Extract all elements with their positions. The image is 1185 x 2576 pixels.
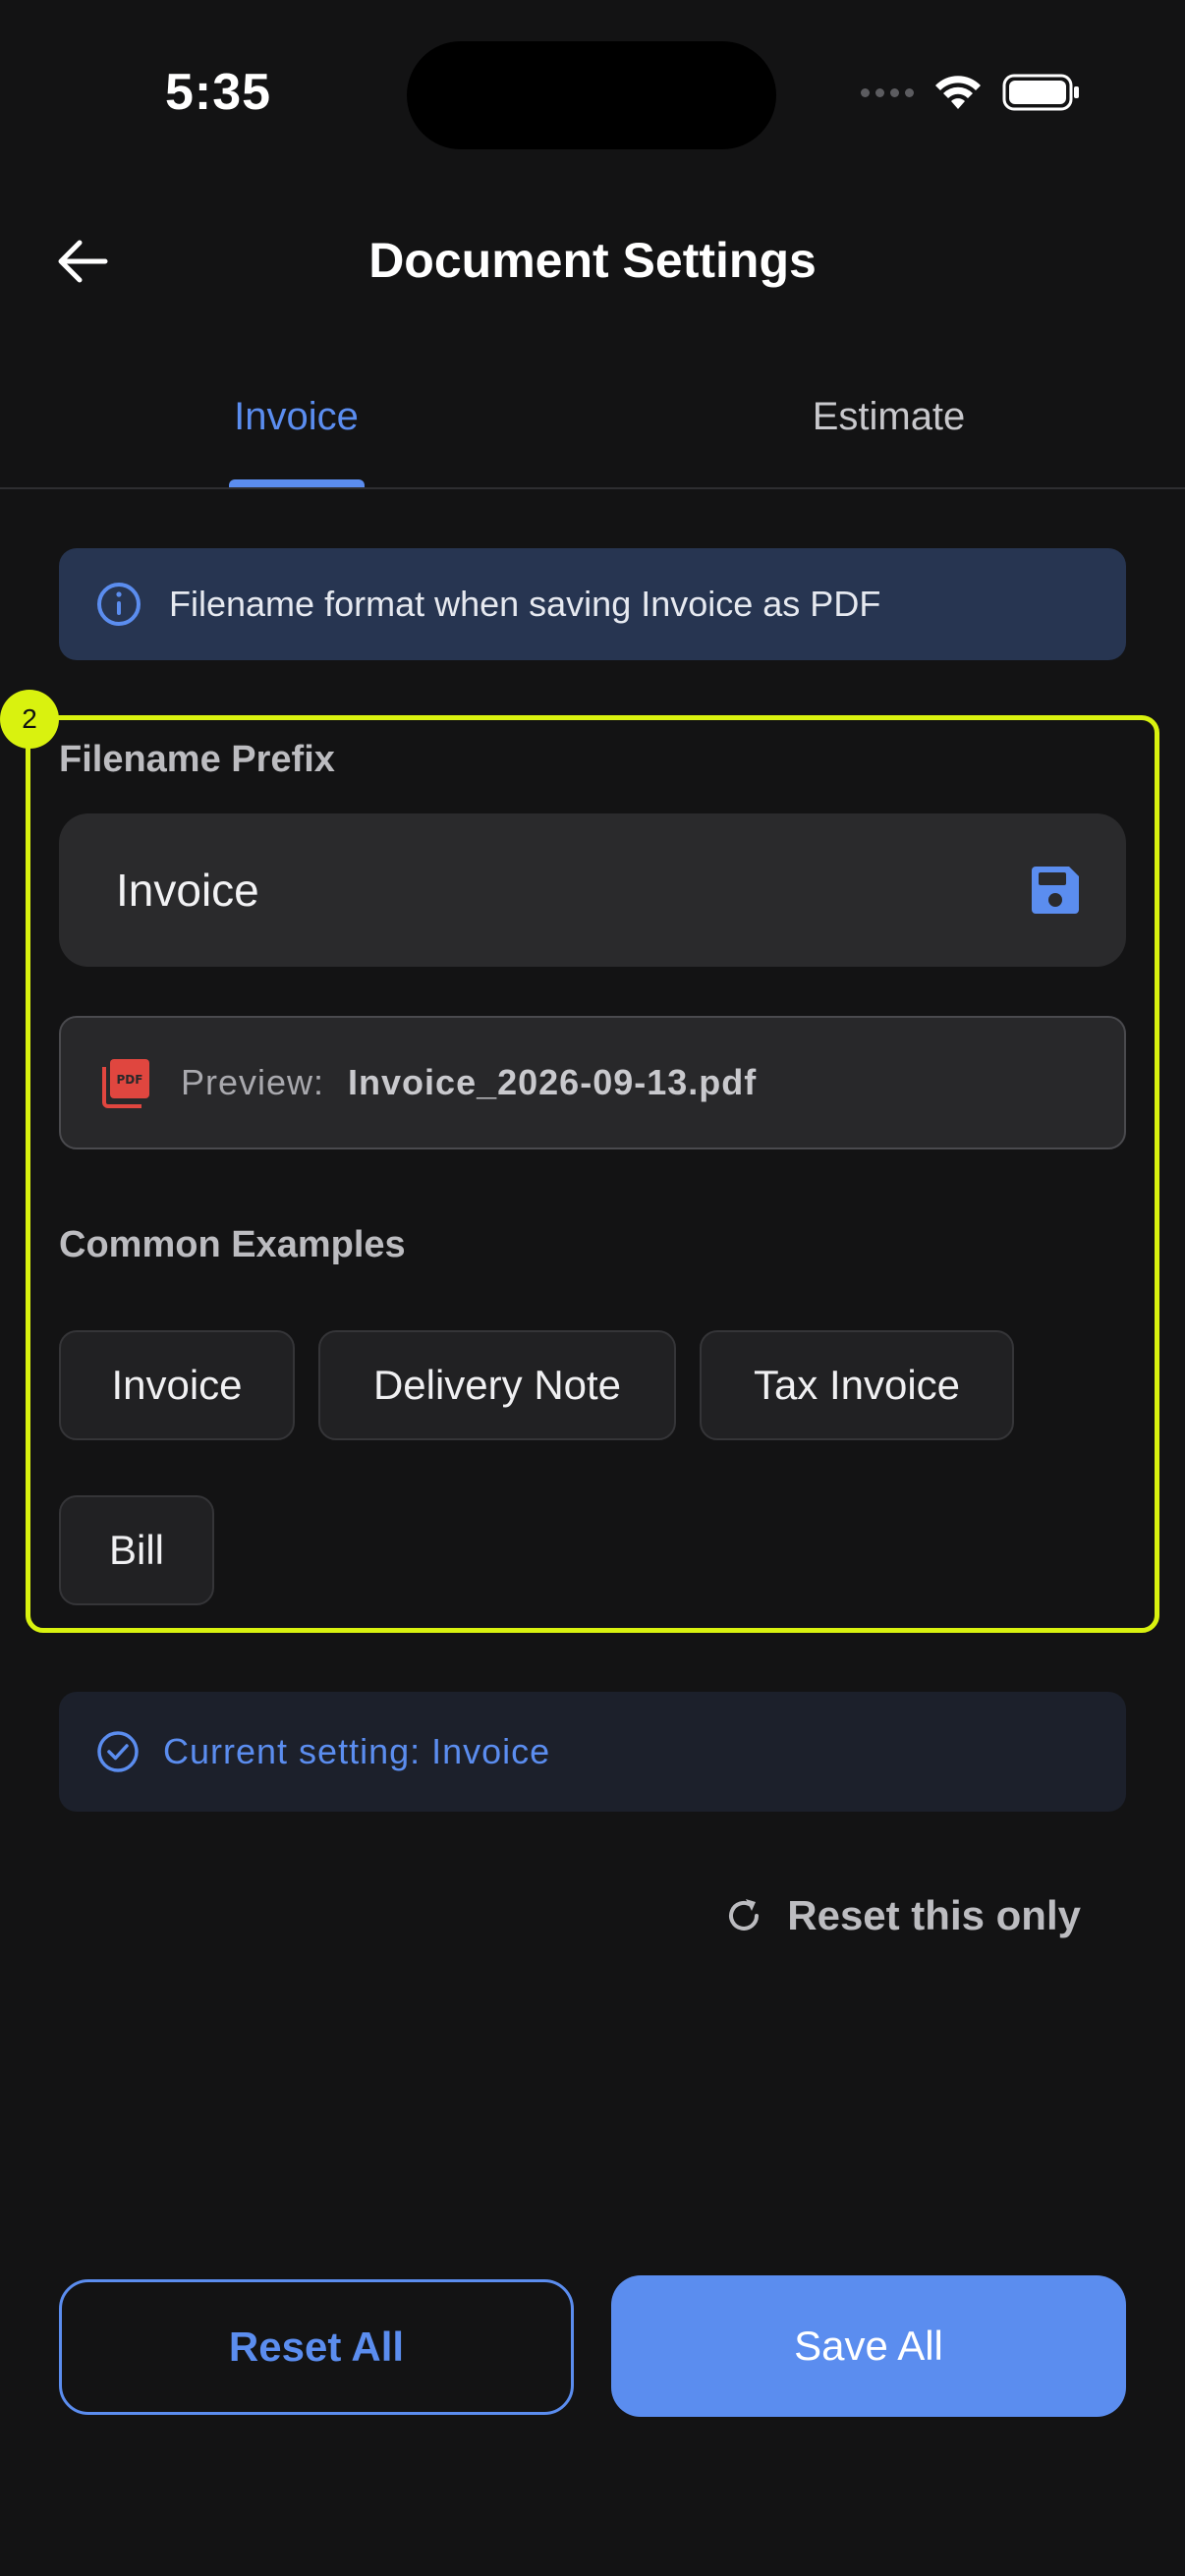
document-settings-screen: 5:35 Document Settings Invoice Estimate bbox=[0, 0, 1185, 2576]
reset-this-only-button[interactable]: Reset this only bbox=[724, 1892, 1081, 1939]
dynamic-island bbox=[407, 41, 776, 149]
save-all-button[interactable]: Save All bbox=[611, 2275, 1126, 2417]
status-icons bbox=[861, 73, 1081, 112]
active-tab-indicator bbox=[229, 479, 365, 487]
current-setting-text: Current setting: Invoice bbox=[163, 1731, 551, 1771]
page-title: Document Settings bbox=[368, 233, 817, 288]
tab-invoice-label: Invoice bbox=[234, 395, 359, 438]
common-examples-title: Common Examples bbox=[59, 1224, 406, 1265]
preview-filename: Invoice_2026-09-13.pdf bbox=[348, 1062, 758, 1102]
refresh-icon bbox=[729, 1899, 760, 1931]
svg-text:PDF: PDF bbox=[117, 1073, 143, 1087]
tab-invoice[interactable]: Invoice bbox=[0, 375, 592, 487]
reset-this-only-label: Reset this only bbox=[787, 1892, 1081, 1938]
filename-prefix-label: Filename Prefix bbox=[59, 739, 335, 780]
check-circle-icon bbox=[97, 1731, 139, 1772]
filename-preview: PDF Preview: Invoice_2026-09-13.pdf bbox=[59, 1016, 1126, 1149]
example-chip-bill[interactable]: Bill bbox=[59, 1495, 214, 1605]
status-time: 5:35 bbox=[165, 64, 272, 121]
wifi-icon bbox=[935, 76, 981, 109]
save-icon[interactable] bbox=[1028, 863, 1083, 918]
filename-prefix-field[interactable] bbox=[59, 813, 1126, 967]
preview-label: Preview: bbox=[181, 1062, 325, 1102]
tab-bar: Invoice Estimate bbox=[0, 375, 1185, 489]
info-banner-text: Filename format when saving Invoice as P… bbox=[169, 584, 881, 624]
tab-estimate[interactable]: Estimate bbox=[592, 375, 1185, 487]
filename-prefix-input[interactable] bbox=[116, 864, 1028, 917]
highlight-badge: 2 bbox=[0, 690, 59, 749]
signal-icon bbox=[861, 87, 914, 97]
example-chip-tax-invoice[interactable]: Tax Invoice bbox=[700, 1330, 1014, 1440]
current-setting-box: Current setting: Invoice bbox=[59, 1692, 1126, 1812]
tab-estimate-label: Estimate bbox=[812, 395, 966, 438]
battery-icon bbox=[1002, 74, 1079, 111]
pdf-icon: PDF bbox=[102, 1059, 149, 1108]
reset-all-button[interactable]: Reset All bbox=[59, 2279, 574, 2415]
info-icon bbox=[97, 583, 141, 626]
info-banner: Filename format when saving Invoice as P… bbox=[59, 548, 1126, 660]
example-chip-delivery-note[interactable]: Delivery Note bbox=[318, 1330, 676, 1440]
example-chip-invoice[interactable]: Invoice bbox=[59, 1330, 295, 1440]
